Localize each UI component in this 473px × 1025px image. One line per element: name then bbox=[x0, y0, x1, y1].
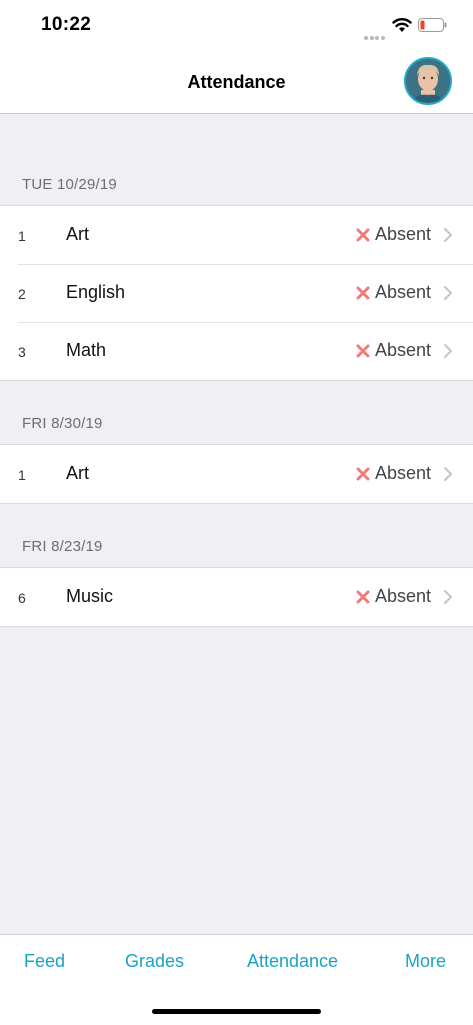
chevron-right-icon bbox=[444, 590, 452, 604]
subject-name: Art bbox=[66, 463, 90, 483]
attendance-group: 6 Music Absent bbox=[0, 567, 473, 627]
avatar[interactable] bbox=[404, 57, 452, 105]
period-number: 2 bbox=[18, 286, 26, 302]
attendance-status: Absent bbox=[356, 586, 431, 607]
attendance-status: Absent bbox=[356, 340, 431, 361]
home-indicator[interactable] bbox=[152, 1009, 321, 1014]
status-label: Absent bbox=[374, 224, 431, 244]
attendance-row[interactable]: 6 Music Absent bbox=[0, 568, 473, 626]
period-number: 6 bbox=[18, 590, 26, 606]
status-label: Absent bbox=[374, 463, 431, 483]
attendance-row[interactable]: 2 English Absent bbox=[0, 264, 473, 322]
status-time: 10:22 bbox=[41, 14, 92, 35]
attendance-row[interactable]: 1 Art Absent bbox=[0, 445, 473, 503]
section-date-header: FRI 8/30/19 bbox=[22, 415, 103, 432]
attendance-status: Absent bbox=[356, 224, 431, 245]
attendance-status: Absent bbox=[356, 282, 431, 303]
tab-grades[interactable]: Grades bbox=[125, 951, 184, 972]
period-number: 1 bbox=[18, 228, 26, 244]
chevron-right-icon bbox=[444, 344, 452, 358]
attendance-row[interactable]: 1 Art Absent bbox=[0, 206, 473, 264]
attendance-group: 1 Art Absent 2 English Absent 3 Math Abs… bbox=[0, 205, 473, 381]
tab-more[interactable]: More bbox=[405, 951, 446, 972]
period-number: 3 bbox=[18, 344, 26, 360]
status-bar: 10:22 bbox=[0, 0, 473, 52]
absent-x-icon bbox=[356, 228, 370, 241]
status-label: Absent bbox=[374, 586, 431, 606]
absent-x-icon bbox=[356, 467, 370, 480]
absent-x-icon bbox=[356, 590, 370, 603]
attendance-group: 1 Art Absent bbox=[0, 444, 473, 504]
status-label: Absent bbox=[374, 340, 431, 360]
period-number: 1 bbox=[18, 467, 26, 483]
section-date-header: TUE 10/29/19 bbox=[22, 176, 117, 193]
absent-x-icon bbox=[356, 286, 370, 299]
chevron-right-icon bbox=[444, 286, 452, 300]
page-title: Attendance bbox=[187, 72, 286, 92]
attendance-row[interactable]: 3 Math Absent bbox=[0, 322, 473, 380]
avatar-photo bbox=[406, 59, 450, 103]
status-label: Absent bbox=[374, 282, 431, 302]
section-date-header: FRI 8/23/19 bbox=[22, 538, 103, 555]
wifi-icon bbox=[392, 18, 412, 32]
absent-x-icon bbox=[356, 344, 370, 357]
subject-name: English bbox=[66, 282, 126, 302]
chevron-right-icon bbox=[444, 467, 452, 481]
chevron-right-icon bbox=[444, 228, 452, 242]
cellular-signal-icon bbox=[364, 27, 386, 40]
tab-feed[interactable]: Feed bbox=[24, 951, 65, 972]
attendance-status: Absent bbox=[356, 463, 431, 484]
subject-name: Art bbox=[66, 224, 90, 244]
subject-name: Math bbox=[66, 340, 107, 360]
tab-attendance[interactable]: Attendance bbox=[247, 951, 338, 972]
subject-name: Music bbox=[66, 586, 114, 606]
navigation-bar: Attendance bbox=[0, 52, 473, 114]
battery-icon bbox=[418, 18, 447, 32]
